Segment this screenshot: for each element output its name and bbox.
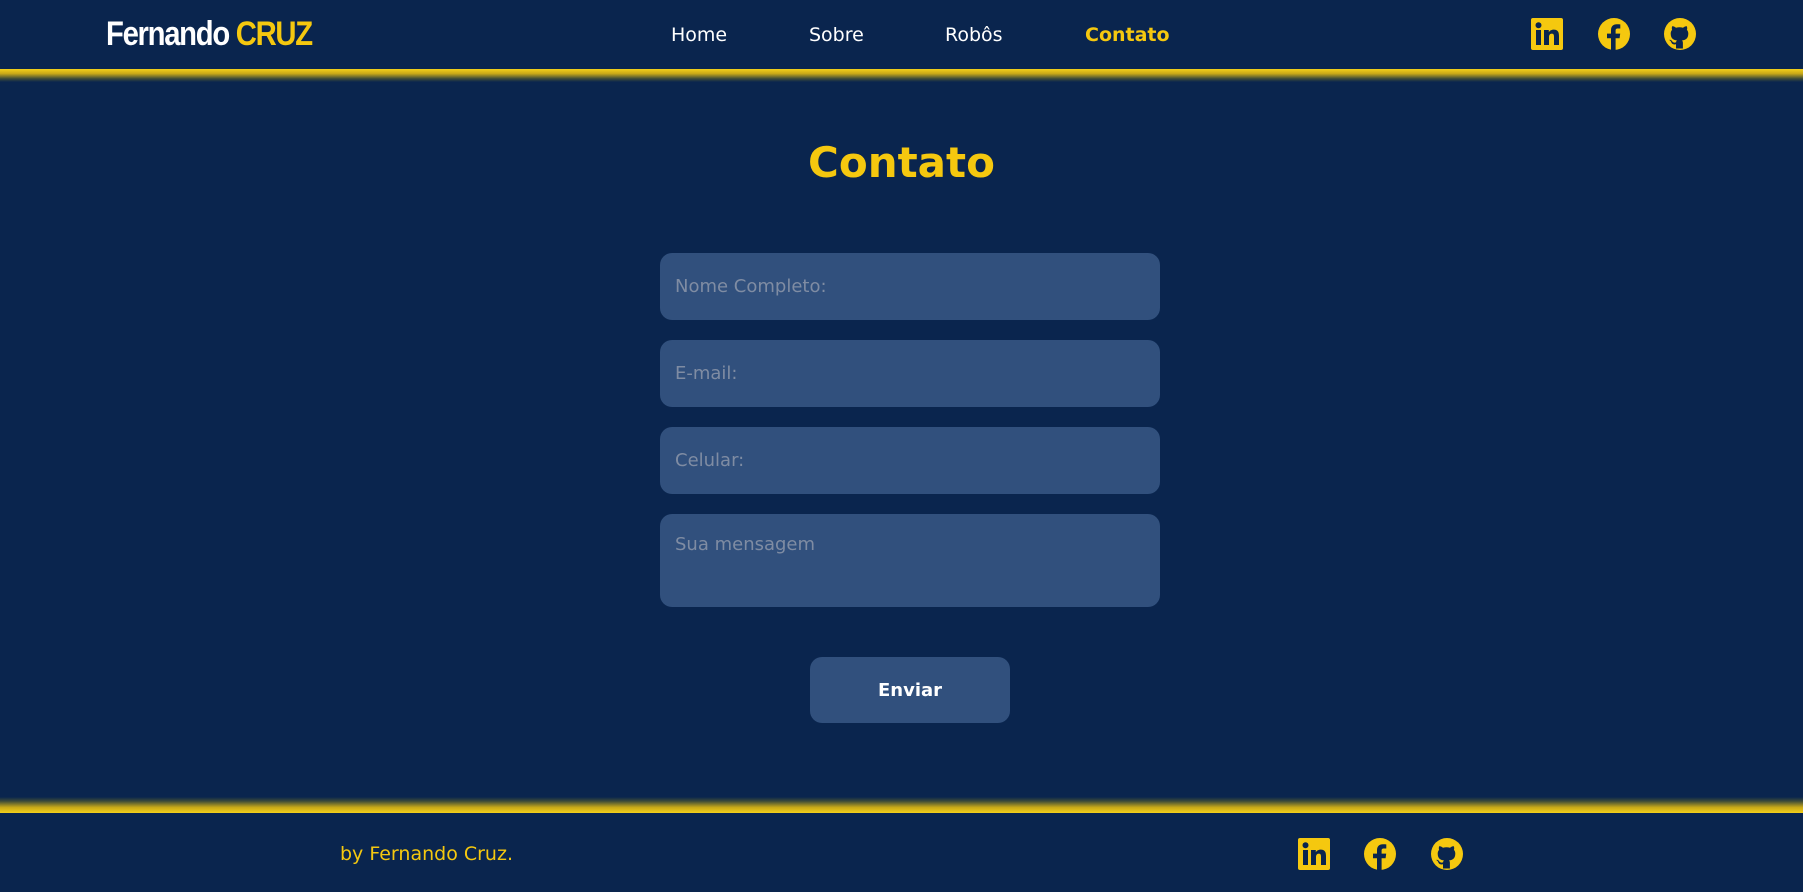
send-button[interactable]: Enviar (810, 657, 1010, 723)
logo-last-name: CRUZ (235, 15, 313, 53)
page-title: Contato (808, 138, 995, 187)
footer-accent-bar (0, 797, 1803, 813)
site-logo[interactable]: Fernando CRUZ (106, 14, 313, 54)
phone-field[interactable] (660, 427, 1160, 494)
github-icon[interactable] (1664, 18, 1696, 50)
logo-first-name: Fernando (106, 15, 230, 53)
nav-sobre[interactable]: Sobre (809, 22, 864, 48)
facebook-icon[interactable] (1598, 18, 1630, 50)
nav-home[interactable]: Home (671, 22, 727, 48)
linkedin-icon[interactable] (1298, 838, 1330, 870)
nav-robos[interactable]: Robôs (945, 22, 1003, 48)
message-field[interactable] (660, 514, 1160, 607)
site-header: Fernando CRUZ Home Sobre Robôs Contato (0, 0, 1803, 69)
email-field[interactable] (660, 340, 1160, 407)
linkedin-icon[interactable] (1531, 18, 1563, 50)
header-accent-bar (0, 69, 1803, 82)
footer-credit: by Fernando Cruz. (340, 843, 513, 865)
nav-contato[interactable]: Contato (1085, 22, 1170, 48)
github-icon[interactable] (1431, 838, 1463, 870)
facebook-icon[interactable] (1364, 838, 1396, 870)
site-footer (0, 813, 1803, 892)
name-field[interactable] (660, 253, 1160, 320)
